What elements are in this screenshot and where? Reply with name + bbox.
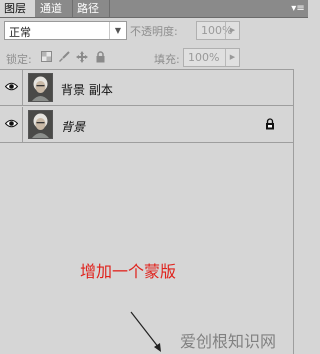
lock-transparent-icon[interactable] bbox=[40, 51, 52, 63]
fill-field[interactable]: 100% ▶ bbox=[183, 48, 240, 67]
layer-row-background[interactable]: 背景 bbox=[0, 107, 293, 143]
opacity-field[interactable]: 100% ▶ bbox=[196, 21, 240, 40]
layer-thumbnail bbox=[28, 73, 53, 102]
chevron-down-icon: ▼ bbox=[109, 22, 126, 39]
panel-menu-icon[interactable]: ▾≡ bbox=[291, 2, 305, 15]
fill-value: 100% bbox=[188, 51, 220, 64]
opacity-label: 不透明度: bbox=[130, 25, 178, 38]
layer-thumbnail bbox=[28, 110, 53, 139]
opacity-arrow-icon[interactable]: ▶ bbox=[225, 22, 239, 39]
lock-label: 锁定: bbox=[6, 53, 32, 66]
fill-label: 填充: bbox=[154, 53, 180, 66]
blend-mode-select[interactable]: 正常 ▼ bbox=[4, 21, 127, 40]
watermark: 爱创根知识网 bbox=[180, 332, 277, 351]
annotation-arrow-icon bbox=[130, 311, 161, 352]
blend-opacity-row: 正常 ▼ 不透明度: 100% ▶ bbox=[0, 18, 308, 44]
move-icon[interactable] bbox=[76, 51, 88, 63]
tab-paths[interactable]: 路径 bbox=[73, 0, 110, 17]
panel-tab-bar: 图层 通道 路径 ▾≡ bbox=[0, 0, 308, 18]
layer-name: 背景 bbox=[61, 120, 86, 134]
visibility-toggle[interactable] bbox=[0, 107, 23, 142]
annotation-text: 增加一个蒙版 bbox=[80, 262, 177, 281]
lock-icon bbox=[266, 118, 274, 130]
tab-layers[interactable]: 图层 bbox=[0, 0, 36, 17]
lock-all-icon[interactable] bbox=[94, 51, 106, 63]
layers-scrollbar[interactable] bbox=[293, 69, 308, 354]
layer-name: 背景 副本 bbox=[61, 83, 113, 97]
lock-fill-row: 锁定: 填充: 100% ▶ bbox=[0, 45, 308, 70]
brush-icon[interactable] bbox=[58, 51, 70, 63]
layer-row-background-copy[interactable]: 背景 副本 bbox=[0, 70, 293, 106]
blend-mode-value: 正常 bbox=[9, 26, 31, 39]
eye-icon bbox=[5, 119, 18, 128]
tab-channels[interactable]: 通道 bbox=[36, 0, 73, 17]
eye-icon bbox=[5, 82, 18, 91]
visibility-toggle[interactable] bbox=[0, 70, 23, 105]
fill-arrow-icon[interactable]: ▶ bbox=[225, 49, 239, 66]
